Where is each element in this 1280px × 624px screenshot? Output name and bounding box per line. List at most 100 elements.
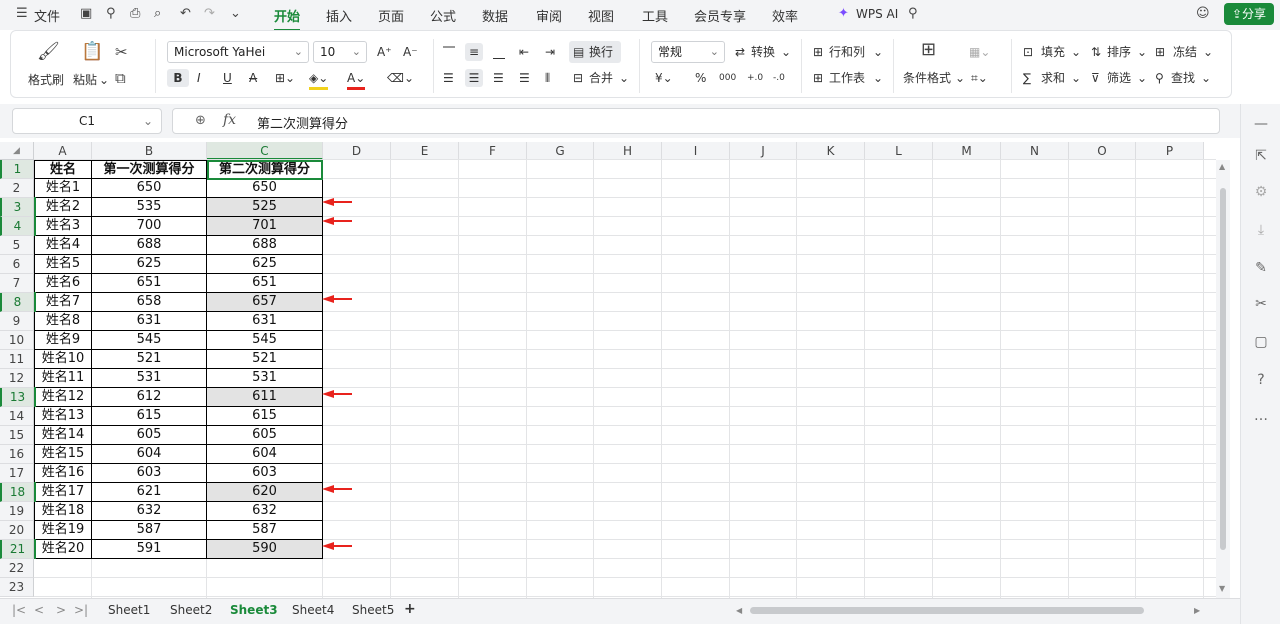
italic-icon[interactable]: I [197,69,201,87]
format-brush-button[interactable]: 格式刷 [28,71,64,89]
add-sheet-icon[interactable]: + [404,601,416,617]
scroll-right-icon[interactable]: ▶ [1194,606,1200,615]
menu-tab[interactable]: 公式 [430,6,456,25]
indent-decrease-icon[interactable]: ⇤ [519,43,529,61]
search-icon[interactable]: ⚲ [908,6,918,21]
row-col-button[interactable]: 行和列 [829,43,865,61]
fill-dropdown-icon[interactable]: ⌄ [1071,43,1081,61]
last-sheet-icon[interactable]: >| [74,603,88,617]
find-dropdown-icon[interactable]: ⌄ [1201,69,1211,87]
freeze-button[interactable]: 冻结 [1173,43,1197,61]
zoom-formula-icon[interactable]: ⊕ [195,113,206,128]
undo-icon[interactable]: ↶ [180,6,191,21]
merge-button[interactable]: 合并 [589,69,613,87]
indent-increase-icon[interactable]: ⇥ [545,43,555,61]
more-icon[interactable]: … [1251,406,1271,426]
fill-button[interactable]: 填充 [1041,43,1065,61]
scroll-left-icon[interactable]: ◀ [736,606,742,615]
redo-icon[interactable]: ↷ [204,6,215,21]
print-preview-icon[interactable]: ⌕ [154,6,161,21]
thousands-icon[interactable]: 000 [719,69,736,87]
fill-icon[interactable]: ⊡ [1023,43,1033,61]
conditional-format-dropdown-icon[interactable]: ⌄ [955,69,965,87]
smart-tool-icon[interactable]: ✎ [1251,258,1271,278]
merge-dropdown-icon[interactable]: ⌄ [619,69,629,87]
wrap-text-button[interactable]: ▤ 换行 [569,41,621,63]
align-middle-icon[interactable]: ≡ [465,43,483,61]
worksheet-dropdown-icon[interactable]: ⌄ [873,69,883,87]
font-size-select[interactable]: 10 ⌄ [313,41,367,63]
merge-icon[interactable]: ⊟ [573,69,583,87]
worksheet-button[interactable]: 工作表 [829,69,865,87]
border-icon[interactable]: ⊞⌄ [275,69,295,87]
cut-icon[interactable]: ✂ [115,43,128,61]
row-col-icon[interactable]: ⊞ [813,43,823,61]
file-menu[interactable]: 文件 [34,6,60,25]
underline-icon[interactable]: U [223,69,232,87]
chat-icon[interactable]: ☺ [1196,6,1210,21]
sheet-tab[interactable]: Sheet2 [170,603,212,617]
first-sheet-icon[interactable]: |< [12,603,26,617]
freeze-dropdown-icon[interactable]: ⌄ [1203,43,1213,61]
cell-icon[interactable]: ⌗⌄ [971,69,988,87]
menu-tab[interactable]: 页面 [378,6,404,25]
justify-icon[interactable]: ☰ [519,69,530,87]
distributed-icon[interactable]: ⫴ [545,69,550,87]
increase-font-icon[interactable]: A⁺ [377,43,392,61]
horizontal-scroll-thumb[interactable] [750,607,1144,614]
scroll-up-icon[interactable]: ▲ [1219,162,1225,171]
sum-icon[interactable]: ∑ [1023,69,1031,87]
align-top-icon[interactable]: ⎺ [443,43,455,61]
sheet-tab[interactable]: Sheet5 [352,603,394,617]
menu-tab[interactable]: 数据 [482,6,508,25]
share-button[interactable]: ⇪分享 [1224,3,1274,25]
sheet-tab[interactable]: Sheet4 [292,603,334,617]
export-icon[interactable]: ⤓ [1251,220,1271,240]
filter-dropdown-icon[interactable]: ⌄ [1137,69,1147,87]
strikethrough-icon[interactable]: A [249,69,257,87]
wps-ai-icon[interactable]: ✦ [838,6,849,21]
help-icon[interactable]: ? [1251,370,1271,390]
align-left-icon[interactable]: ☰ [443,69,454,87]
decrease-decimal-icon[interactable]: -.0 [773,69,785,87]
align-right-icon[interactable]: ☰ [493,69,504,87]
conditional-format-icon[interactable]: ⊞ [921,41,936,59]
align-bottom-icon[interactable]: ⎽ [493,43,505,61]
fx-icon[interactable]: fx [223,112,236,128]
find-icon[interactable]: ⚲ [1155,69,1164,87]
conditional-format-button[interactable]: 条件格式 [903,69,951,87]
quick-access-dropdown-icon[interactable]: ⌄ [230,6,241,21]
decrease-font-icon[interactable]: A⁻ [403,43,418,61]
spreadsheet-grid[interactable]: ◢ ABCDEFGHIJKLMNOP 1 2 3 4 5 6 7 8 9 10 11 12 13 14 15… [0,142,1216,598]
clear-format-icon[interactable]: ⌫⌄ [387,69,414,87]
convert-dropdown-icon[interactable]: ⌄ [781,43,791,61]
select-pointer-icon[interactable]: ⇱ [1251,146,1271,166]
book-icon[interactable]: ▢ [1251,332,1271,352]
sort-icon[interactable]: ⇅ [1091,43,1101,61]
increase-decimal-icon[interactable]: +.0 [747,69,763,87]
vertical-scroll-thumb[interactable] [1220,188,1226,550]
paste-button[interactable]: 粘贴 [73,71,97,89]
menu-tab[interactable]: 效率 [772,6,798,25]
wps-ai-button[interactable]: WPS AI [856,7,898,21]
hamburger-icon[interactable]: ☰ [16,6,28,21]
menu-tab[interactable]: 开始 [274,6,301,31]
filter-button[interactable]: 筛选 [1107,69,1131,87]
print-icon[interactable]: ⎙ [130,6,140,21]
menu-tab[interactable]: 视图 [588,6,614,25]
freeze-icon[interactable]: ⊞ [1155,43,1165,61]
number-format-select[interactable]: 常规 ⌄ [651,41,725,63]
properties-icon[interactable]: ⚙ [1251,182,1271,202]
sum-button[interactable]: 求和 [1041,69,1065,87]
minimize-panel-icon[interactable]: — [1251,114,1271,134]
sheet-tab[interactable]: Sheet3 [230,603,278,617]
copy-icon[interactable]: ⧉ [115,69,126,87]
align-center-icon[interactable]: ☰ [465,69,483,87]
formula-input[interactable]: ⊕ fx 第二次测算得分 [172,108,1220,134]
scroll-down-icon[interactable]: ▼ [1219,584,1225,593]
sheet-tab[interactable]: Sheet1 [108,603,150,617]
convert-icon[interactable]: ⇄ [735,43,745,61]
format-brush-icon[interactable]: 🖌 [37,43,60,61]
next-sheet-icon[interactable]: > [56,603,66,617]
menu-tab[interactable]: 工具 [642,6,668,25]
